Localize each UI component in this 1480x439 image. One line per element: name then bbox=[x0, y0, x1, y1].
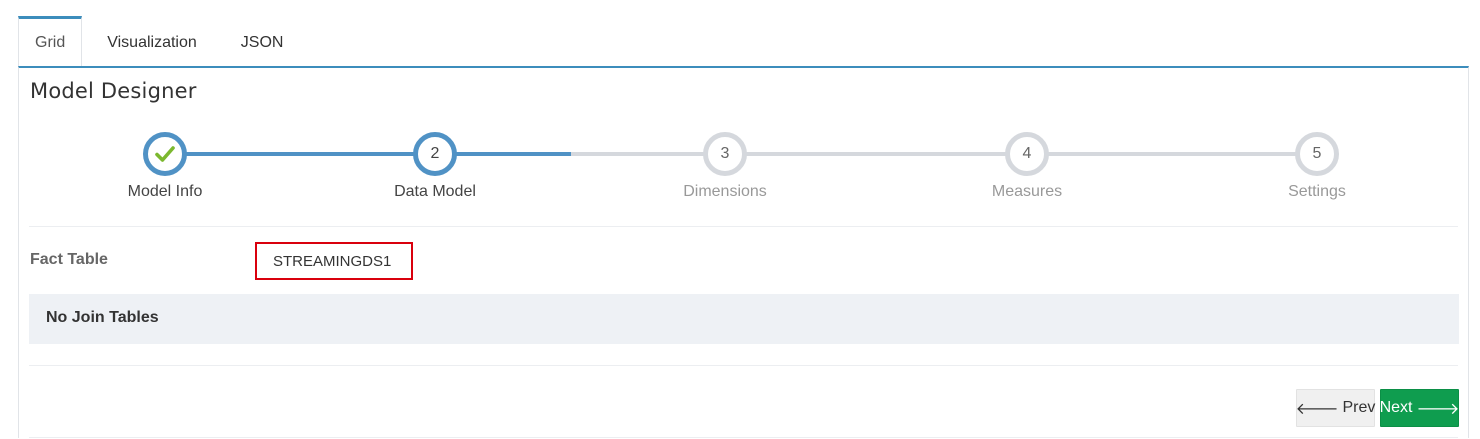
next-button-label: Next bbox=[1379, 399, 1413, 416]
step-4-label: Measures bbox=[991, 183, 1063, 200]
step-2-circle[interactable]: 2 bbox=[413, 132, 457, 176]
step-4-circle[interactable]: 4 bbox=[1005, 132, 1049, 176]
tab-visualization[interactable]: Visualization bbox=[82, 16, 218, 67]
next-button[interactable]: Next 🡒 bbox=[1380, 389, 1459, 427]
tab-json[interactable]: JSON bbox=[218, 16, 301, 67]
wizard-stepper: Model Info 2 Data Model 3 Dimensions 4 M… bbox=[19, 68, 1468, 228]
arrow-left-icon: 🡐 bbox=[1295, 400, 1339, 418]
step-2-label: Data Model bbox=[394, 183, 476, 200]
step-1-circle[interactable] bbox=[143, 132, 187, 176]
tab-bar: Grid Visualization JSON bbox=[18, 16, 300, 68]
tab-grid[interactable]: Grid bbox=[18, 16, 83, 67]
step-3-label: Dimensions bbox=[683, 183, 767, 200]
progress-track-completed bbox=[164, 152, 571, 156]
divider bbox=[29, 437, 1458, 438]
join-tables-section: No Join Tables bbox=[29, 294, 1459, 344]
prev-button[interactable]: 🡐 Prev bbox=[1296, 389, 1375, 427]
step-5-label: Settings bbox=[1288, 183, 1346, 200]
divider bbox=[29, 226, 1458, 227]
fact-table-label: Fact Table bbox=[30, 251, 108, 268]
step-5-circle[interactable]: 5 bbox=[1295, 132, 1339, 176]
fact-table-value: STREAMINGDS1 bbox=[255, 242, 413, 280]
divider bbox=[29, 365, 1458, 366]
check-icon bbox=[155, 145, 175, 163]
progress-track-pending bbox=[571, 152, 1317, 156]
step-3-circle[interactable]: 3 bbox=[703, 132, 747, 176]
model-designer-panel: Model Designer Model Info 2 Data Model 3… bbox=[18, 66, 1469, 438]
arrow-right-icon: 🡒 bbox=[1416, 400, 1460, 418]
prev-button-label: Prev bbox=[1342, 399, 1376, 416]
no-join-tables-text: No Join Tables bbox=[46, 309, 159, 326]
step-1-label: Model Info bbox=[127, 183, 203, 200]
